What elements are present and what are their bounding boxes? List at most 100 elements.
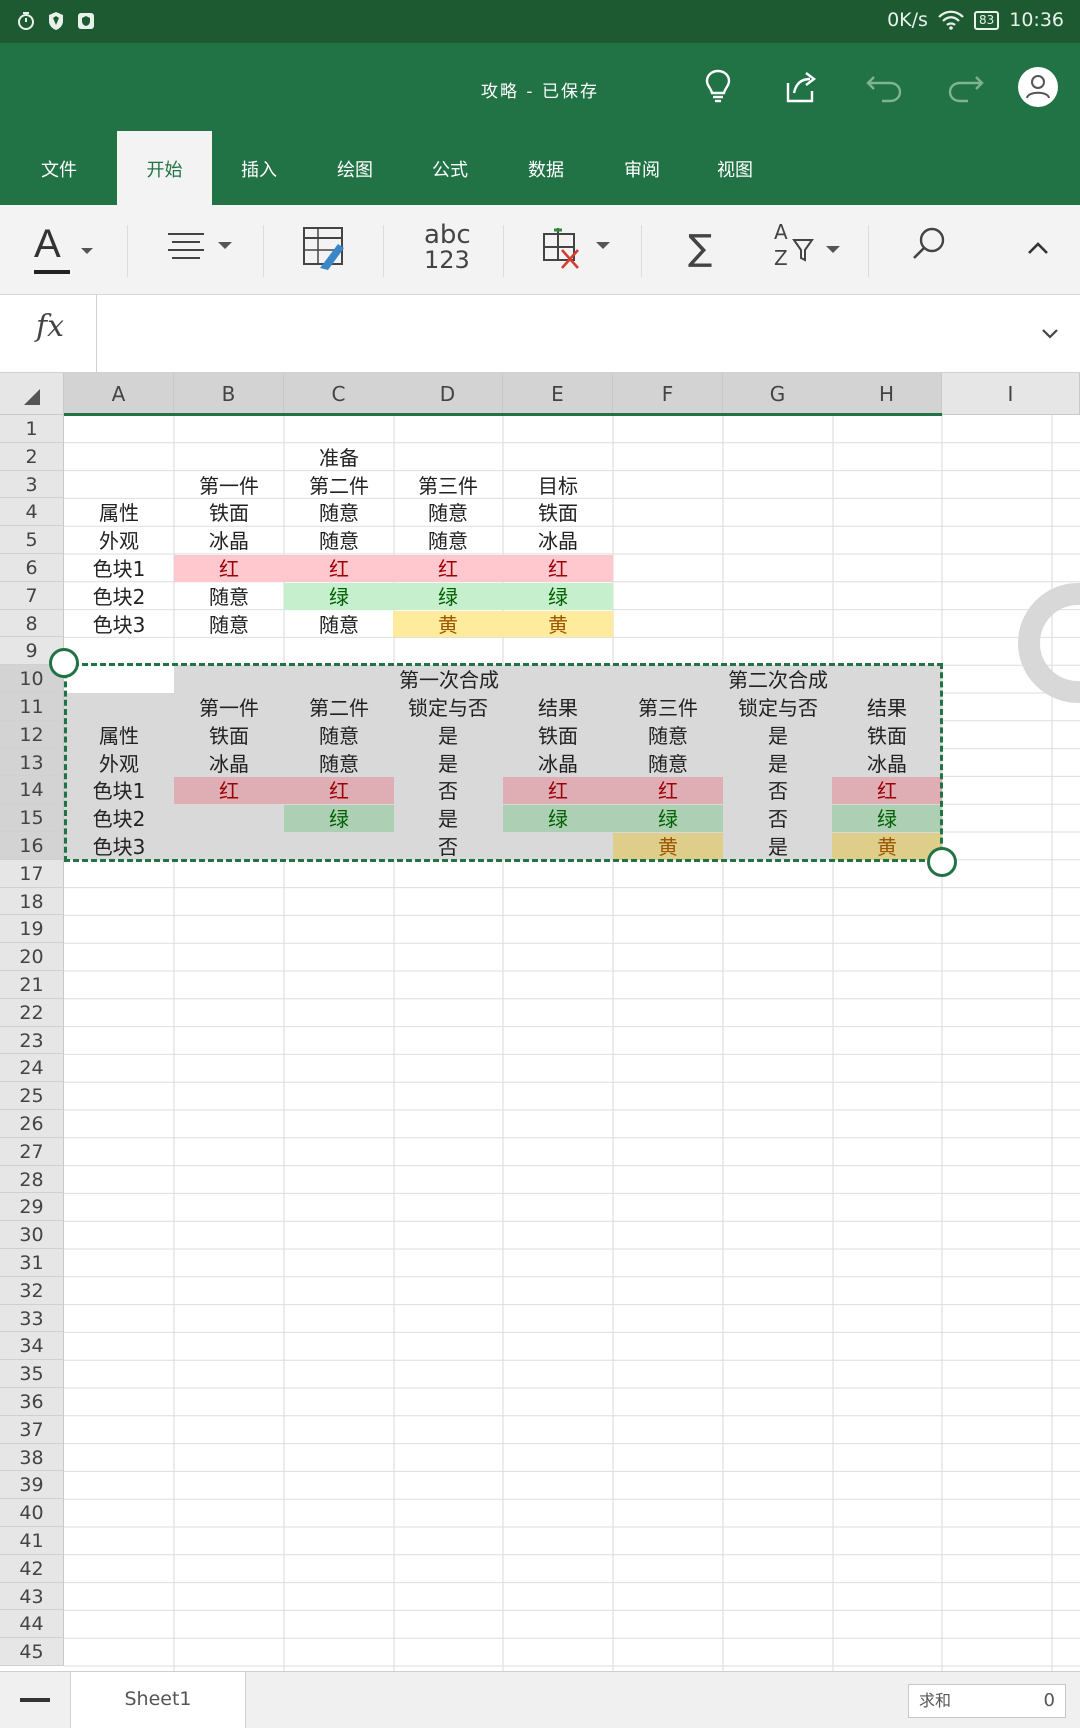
column-header-c[interactable]: C	[284, 373, 394, 415]
tab-formulas[interactable]: 公式	[407, 131, 493, 205]
cell-h16[interactable]: 黄	[832, 833, 942, 860]
column-header-a[interactable]: A	[64, 373, 174, 415]
formula-input[interactable]	[110, 295, 1020, 373]
cell-e11[interactable]: 结果	[503, 694, 613, 721]
cell-b6[interactable]: 红	[174, 555, 284, 582]
cell-b13[interactable]: 冰晶	[174, 750, 284, 777]
cell-e15[interactable]: 绿	[503, 805, 613, 832]
row-header-45[interactable]: 45	[0, 1638, 64, 1666]
share-icon[interactable]	[776, 63, 824, 111]
row-header-31[interactable]: 31	[0, 1249, 64, 1277]
expand-formula-icon[interactable]	[1040, 323, 1060, 343]
cell-h14[interactable]: 红	[832, 777, 942, 805]
cell-e5[interactable]: 冰晶	[503, 527, 613, 554]
active-cell[interactable]	[64, 665, 174, 693]
fx-label[interactable]: fx	[36, 309, 64, 344]
tab-draw[interactable]: 绘图	[312, 131, 398, 205]
cell-d3[interactable]: 第三件	[393, 472, 503, 499]
row-header-35[interactable]: 35	[0, 1360, 64, 1388]
column-header-g[interactable]: G	[723, 373, 833, 415]
undo-icon[interactable]	[860, 63, 908, 111]
sheet-menu-icon[interactable]	[20, 1698, 50, 1702]
cell-f10[interactable]: 第二次合成	[613, 666, 943, 693]
cell-c2[interactable]: 准备	[284, 444, 394, 471]
cell-d4[interactable]: 随意	[393, 499, 503, 526]
column-header-h[interactable]: H	[832, 373, 942, 415]
row-header-7[interactable]: 7	[0, 581, 64, 610]
sheet-tab[interactable]: Sheet1	[70, 1672, 246, 1728]
sum-status-box[interactable]: 求和 0	[908, 1684, 1066, 1718]
cell-b4[interactable]: 铁面	[174, 499, 284, 526]
insert-delete-cells-button[interactable]	[540, 220, 612, 280]
cell-c6[interactable]: 红	[284, 555, 394, 582]
row-header-19[interactable]: 19	[0, 915, 64, 944]
cell-f11[interactable]: 第三件	[613, 694, 723, 721]
row-header-11[interactable]: 11	[0, 693, 64, 721]
cell-h15[interactable]: 绿	[832, 805, 942, 832]
cell-c3[interactable]: 第二件	[284, 472, 394, 499]
cell-c14[interactable]: 红	[284, 777, 394, 805]
row-header-5[interactable]: 5	[0, 526, 64, 554]
column-header-b[interactable]: B	[174, 373, 284, 415]
row-header-13[interactable]: 13	[0, 748, 64, 777]
row-header-12[interactable]: 12	[0, 720, 64, 749]
selection-start-handle[interactable]	[49, 648, 79, 679]
cell-e8[interactable]: 黄	[503, 610, 613, 638]
row-header-25[interactable]: 25	[0, 1082, 64, 1110]
row-header-17[interactable]: 17	[0, 859, 64, 888]
cell-b11[interactable]: 第一件	[174, 694, 284, 721]
align-button[interactable]	[166, 220, 236, 280]
cell-d11[interactable]: 锁定与否	[393, 694, 503, 721]
row-header-24[interactable]: 24	[0, 1054, 64, 1083]
row-header-42[interactable]: 42	[0, 1554, 64, 1583]
cell-a14[interactable]: 色块1	[64, 777, 174, 804]
cell-d14[interactable]: 否	[393, 777, 503, 804]
row-header-44[interactable]: 44	[0, 1610, 64, 1639]
column-header-f[interactable]: F	[613, 373, 723, 415]
row-header-43[interactable]: 43	[0, 1582, 64, 1611]
tab-file[interactable]: 文件	[16, 131, 102, 205]
cell-h11[interactable]: 结果	[832, 694, 942, 721]
row-header-3[interactable]: 3	[0, 470, 64, 499]
cell-e3[interactable]: 目标	[503, 472, 613, 499]
cell-e6[interactable]: 红	[503, 555, 613, 582]
number-format-button[interactable]: abc 123	[418, 220, 478, 280]
row-header-21[interactable]: 21	[0, 971, 64, 999]
cell-f12[interactable]: 随意	[613, 722, 723, 749]
document-title[interactable]: 攻略 - 已保存	[0, 77, 1080, 102]
row-header-16[interactable]: 16	[0, 832, 64, 860]
row-header-8[interactable]: 8	[0, 609, 64, 638]
cell-a8[interactable]: 色块3	[64, 611, 174, 638]
row-header-36[interactable]: 36	[0, 1388, 64, 1416]
row-header-33[interactable]: 33	[0, 1304, 64, 1333]
cell-d6[interactable]: 红	[393, 555, 503, 582]
cell-d13[interactable]: 是	[393, 750, 503, 777]
row-header-15[interactable]: 15	[0, 804, 64, 832]
cell-g14[interactable]: 否	[723, 777, 833, 804]
tab-home[interactable]: 开始	[117, 131, 212, 205]
cell-c7[interactable]: 绿	[284, 582, 394, 610]
font-color-button[interactable]: A	[26, 220, 106, 280]
cell-c5[interactable]: 随意	[284, 527, 394, 554]
row-header-28[interactable]: 28	[0, 1165, 64, 1194]
tab-insert[interactable]: 插入	[216, 131, 302, 205]
cell-e7[interactable]: 绿	[503, 582, 613, 610]
row-header-1[interactable]: 1	[0, 415, 64, 443]
row-header-6[interactable]: 6	[0, 554, 64, 582]
cell-d8[interactable]: 黄	[393, 610, 503, 638]
column-header-i[interactable]: I	[942, 373, 1080, 415]
cell-a5[interactable]: 外观	[64, 527, 174, 554]
cell-a12[interactable]: 属性	[64, 722, 174, 749]
cell-e12[interactable]: 铁面	[503, 722, 613, 749]
cell-d15[interactable]: 是	[393, 805, 503, 832]
search-button[interactable]	[910, 220, 950, 280]
cell-h12[interactable]: 铁面	[832, 722, 942, 749]
cell-b8[interactable]: 随意	[174, 611, 284, 638]
row-header-22[interactable]: 22	[0, 998, 64, 1027]
cell-d5[interactable]: 随意	[393, 527, 503, 554]
cell-c13[interactable]: 随意	[284, 750, 394, 777]
cell-g12[interactable]: 是	[723, 722, 833, 749]
row-header-23[interactable]: 23	[0, 1026, 64, 1055]
row-header-39[interactable]: 39	[0, 1471, 64, 1500]
row-header-2[interactable]: 2	[0, 442, 64, 471]
